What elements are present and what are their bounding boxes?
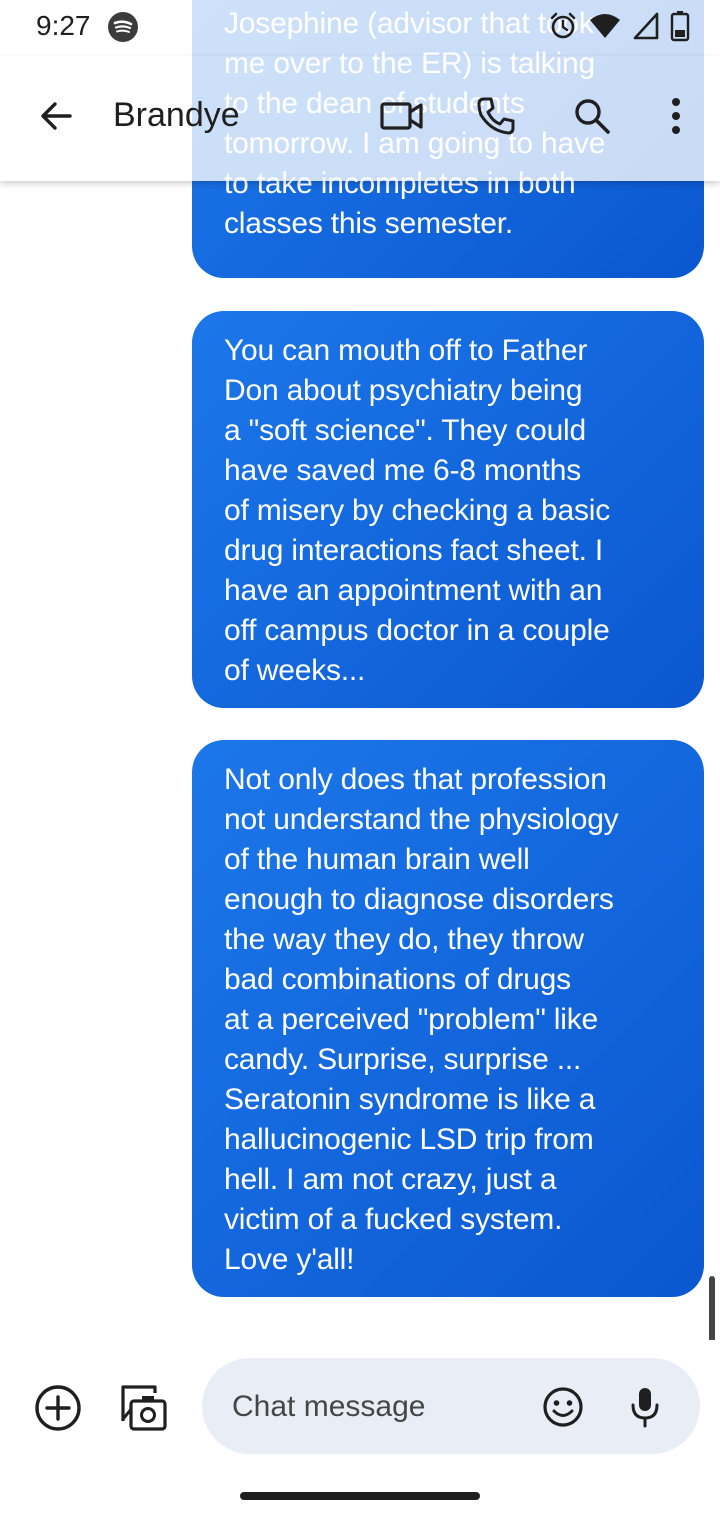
home-indicator[interactable]: [240, 1492, 480, 1500]
search-icon[interactable]: [566, 90, 618, 142]
alarm-icon: [548, 11, 578, 46]
gallery-camera-icon[interactable]: [114, 1380, 170, 1436]
status-time: 9:27: [36, 10, 91, 41]
message-thread[interactable]: Josephine (advisor that took me over to …: [0, 0, 720, 1340]
chat-message-input[interactable]: [230, 1382, 524, 1432]
battery-icon: [670, 10, 690, 47]
spotify-icon: [108, 12, 138, 42]
compose-bar: [0, 1340, 720, 1520]
add-attachment-icon[interactable]: [32, 1382, 84, 1434]
video-call-icon[interactable]: [376, 90, 428, 142]
message-bubble[interactable]: You can mouth off to Father Don about ps…: [192, 311, 704, 708]
message-bubble[interactable]: Not only does that profession not unders…: [192, 740, 704, 1297]
wifi-icon: [588, 11, 622, 46]
back-arrow-icon[interactable]: [30, 90, 82, 142]
contact-name[interactable]: Brandye: [113, 96, 240, 135]
scrollbar-thumb[interactable]: [709, 1276, 715, 1340]
app-bar: Brandye: [0, 56, 720, 181]
more-vert-icon[interactable]: [650, 90, 702, 142]
emoji-icon[interactable]: [538, 1382, 588, 1432]
microphone-icon[interactable]: [620, 1382, 670, 1432]
phone-icon[interactable]: [470, 90, 522, 142]
status-bar: 9:27: [0, 0, 720, 56]
signal-icon: [632, 11, 660, 46]
chat-message-box[interactable]: [202, 1358, 700, 1454]
